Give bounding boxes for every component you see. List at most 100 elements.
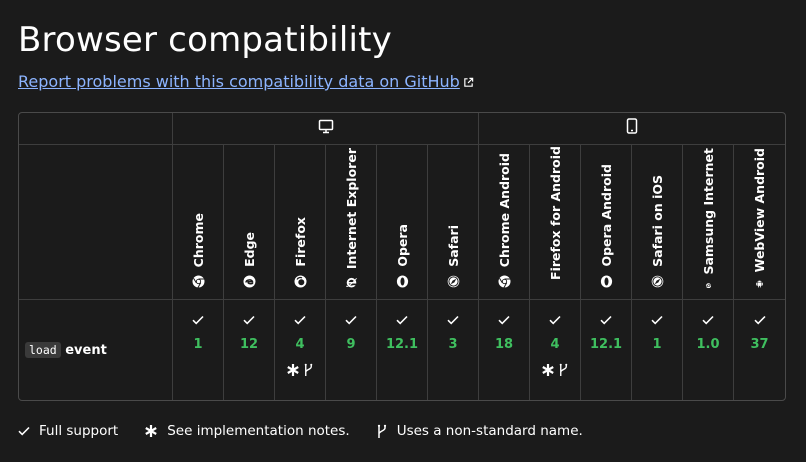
browser-name: Safari (445, 225, 461, 267)
browser-header-samsung-internet: Samsung Internet (683, 145, 735, 300)
support-cell[interactable]: 12 (224, 300, 275, 400)
version-added: 1 (652, 337, 662, 352)
version-added: 3 (448, 337, 458, 352)
version-added: 18 (494, 337, 514, 352)
check-icon (600, 315, 612, 325)
browser-name: WebView Android (752, 148, 768, 273)
browser-name: Firefox (292, 217, 308, 267)
support-cell[interactable]: 4 (275, 300, 326, 400)
version-added: 37 (750, 337, 769, 352)
browser-header-internet-explorer: Internet Explorer (326, 145, 377, 300)
report-problems-link[interactable]: Report problems with this compatibility … (18, 72, 474, 91)
version-added: 12 (239, 337, 259, 352)
browser-header-firefox-for-android: Firefox for Android (530, 145, 582, 300)
check-icon (651, 315, 663, 325)
browser-name: Chrome Android (496, 152, 512, 267)
feature-row: load event 1 12 4 9 12.1 3 18 4 12.1 1 1.0 37 (19, 300, 785, 400)
legend-impl-notes-label: See implementation notes. (167, 423, 350, 439)
empty-corner (19, 113, 173, 145)
platform-desktop (173, 113, 480, 145)
opera-icon (396, 275, 408, 288)
asterisk-icon (145, 425, 157, 437)
non-standard-icon (559, 363, 568, 376)
support-cell[interactable]: 12.1 (377, 300, 428, 400)
browser-header-opera-android: Opera Android (581, 145, 633, 300)
browser-header-firefox: Firefox (275, 145, 326, 300)
check-icon (753, 315, 766, 325)
notes-indicators (541, 363, 569, 377)
version-added: 4 (550, 337, 560, 352)
ie-icon (345, 278, 357, 288)
samsung-icon (705, 282, 711, 288)
legend: Full support See implementation notes. U… (18, 423, 609, 439)
check-icon (549, 315, 561, 325)
browser-header-webview-android: WebView Android (734, 145, 786, 300)
browser-header-chrome: Chrome (173, 145, 224, 300)
report-link-text: Report problems with this compatibility … (18, 72, 460, 91)
browser-header-safari: Safari (428, 145, 480, 300)
browser-header-row: Chrome Edge Firefox Internet Explorer Opera S… (19, 145, 786, 300)
check-icon (702, 315, 714, 325)
version-added: 4 (295, 337, 305, 352)
legend-non-standard: Uses a non-standard name. (376, 423, 583, 439)
safari-icon (447, 275, 459, 288)
support-cell[interactable]: 4 (530, 300, 582, 400)
browser-header-chrome-android: Chrome Android (479, 145, 531, 300)
empty-corner-2 (19, 145, 173, 300)
edge-icon (243, 275, 255, 288)
browser-name: Firefox for Android (547, 146, 563, 280)
support-cell[interactable]: 12.1 (581, 300, 633, 400)
android-icon (756, 280, 763, 288)
check-icon (192, 315, 204, 325)
feature-name[interactable]: load event (19, 300, 173, 400)
browser-name: Opera (394, 224, 410, 267)
browser-header-edge: Edge (224, 145, 275, 300)
support-cell[interactable]: 37 (734, 300, 785, 400)
legend-impl-notes: See implementation notes. (144, 423, 350, 439)
browser-name: Safari on iOS (649, 175, 665, 267)
support-cell[interactable]: 18 (479, 300, 531, 400)
compat-table: Chrome Edge Firefox Internet Explorer Opera S… (18, 112, 787, 401)
legend-full-support-label: Full support (39, 423, 119, 439)
check-icon (447, 315, 459, 325)
external-link-icon (464, 77, 474, 87)
browser-name: Internet Explorer (343, 148, 359, 270)
non-standard-icon (377, 424, 386, 438)
support-cell[interactable]: 1 (173, 300, 224, 400)
browser-header-opera: Opera (377, 145, 428, 300)
check-icon (18, 426, 30, 436)
check-icon (294, 315, 306, 325)
browser-name: Opera Android (598, 164, 614, 267)
safari-icon (651, 275, 663, 288)
page-title: Browser compatibility (18, 20, 392, 60)
legend-non-standard-label: Uses a non-standard name. (396, 423, 583, 439)
desktop-icon (318, 119, 333, 133)
mobile-icon (626, 118, 638, 134)
notes-indicators (286, 363, 314, 377)
support-cell[interactable]: 9 (326, 300, 377, 400)
firefox-icon (294, 275, 306, 288)
feature-suffix: event (65, 342, 107, 358)
chrome-icon (498, 275, 511, 288)
support-cell[interactable]: 1.0 (683, 300, 735, 400)
platform-header-row (19, 113, 786, 145)
browser-header-safari-on-ios: Safari on iOS (632, 145, 684, 300)
check-icon (498, 315, 510, 325)
check-icon (396, 315, 408, 325)
non-standard-icon (304, 363, 313, 376)
version-added: 9 (346, 337, 356, 352)
support-cell[interactable]: 3 (428, 300, 480, 400)
chrome-icon (192, 275, 204, 288)
asterisk-icon (542, 364, 554, 376)
support-cell[interactable]: 1 (632, 300, 684, 400)
browser-name: Edge (241, 232, 257, 267)
asterisk-icon (287, 364, 299, 376)
version-added: 1 (193, 337, 203, 352)
version-added: 12.1 (589, 337, 623, 352)
check-icon (243, 315, 255, 325)
opera-icon (600, 275, 612, 288)
check-icon (345, 315, 357, 325)
feature-code: load (25, 341, 61, 358)
browser-name: Chrome (190, 212, 206, 267)
platform-mobile (479, 113, 786, 145)
